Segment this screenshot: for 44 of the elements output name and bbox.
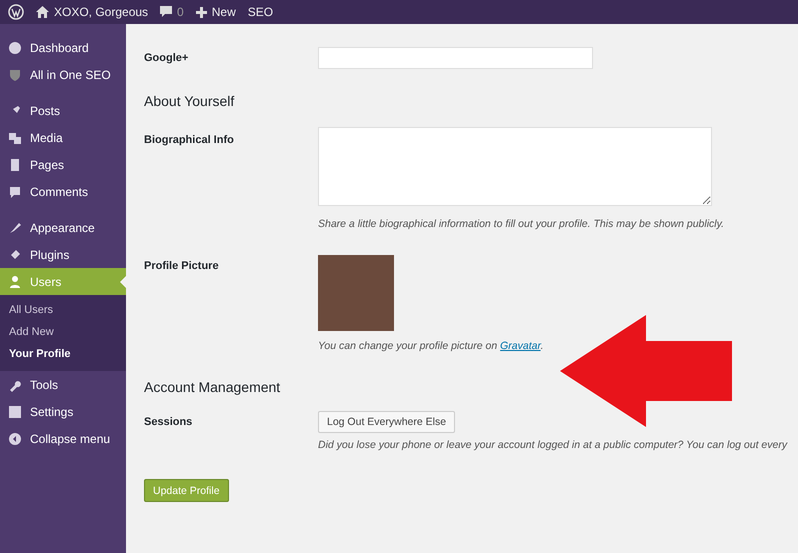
field-hint: Did you lose your phone or leave your account logged in at a public computer? You can log out every — [318, 439, 788, 451]
submenu-item[interactable]: All Users — [0, 299, 126, 321]
menu-icon — [8, 432, 22, 446]
section-heading: Account Management — [144, 379, 282, 395]
field-label: Sessions — [144, 415, 194, 430]
sidebar-item[interactable]: Tools — [0, 371, 126, 398]
menu-icon — [8, 40, 22, 54]
menu-icon — [8, 220, 22, 234]
menu-icon — [8, 274, 22, 288]
submenu-item[interactable]: Add New — [0, 321, 126, 343]
wordpress-logo-icon[interactable] — [8, 4, 24, 20]
sidebar-item[interactable]: Collapse menu — [0, 425, 126, 452]
new-link[interactable]: New — [212, 5, 236, 19]
comment-count[interactable]: 0 — [177, 5, 184, 19]
sidebar-item[interactable]: Comments — [0, 178, 126, 205]
menu-icon — [8, 404, 22, 418]
sidebar-item[interactable]: Dashboard — [0, 34, 126, 61]
menu-icon — [8, 158, 22, 172]
menu-icon — [8, 184, 22, 198]
log-out-button[interactable]: Log Out Everywhere Else — [318, 411, 456, 433]
sidebar-item[interactable]: Appearance — [0, 214, 126, 241]
menu-icon — [8, 130, 22, 144]
input-field[interactable] — [318, 47, 593, 69]
field-label: Biographical Info — [144, 133, 235, 148]
field-label: Google+ — [144, 52, 190, 64]
field-label: Profile Picture — [144, 259, 220, 274]
field-hint: Share a little biographical information to fill out your profile. This may be shown publicly. — [318, 218, 724, 230]
sidebar-item[interactable]: Settings — [0, 398, 126, 425]
section-heading: About Yourself — [144, 93, 236, 109]
textarea-field[interactable] — [318, 127, 712, 206]
sidebar-item[interactable]: Posts — [0, 97, 126, 124]
field-hint: You can change your profile picture on Gravatar. — [318, 340, 544, 352]
comment-icon[interactable] — [160, 6, 172, 18]
home-icon[interactable] — [36, 6, 49, 18]
sidebar-item[interactable]: Plugins — [0, 241, 126, 268]
sidebar-item[interactable]: Pages — [0, 151, 126, 178]
menu-icon — [8, 68, 22, 82]
sidebar-item[interactable]: Media — [0, 124, 126, 151]
gravatar-link[interactable]: Gravatar — [500, 340, 541, 352]
seo-link[interactable]: SEO — [248, 5, 274, 19]
plus-icon[interactable] — [196, 6, 207, 18]
sidebar-item[interactable]: All in One SEO — [0, 61, 126, 88]
submenu-item[interactable]: Your Profile — [0, 343, 126, 365]
site-name-link[interactable]: XOXO, Gorgeous — [54, 5, 148, 19]
